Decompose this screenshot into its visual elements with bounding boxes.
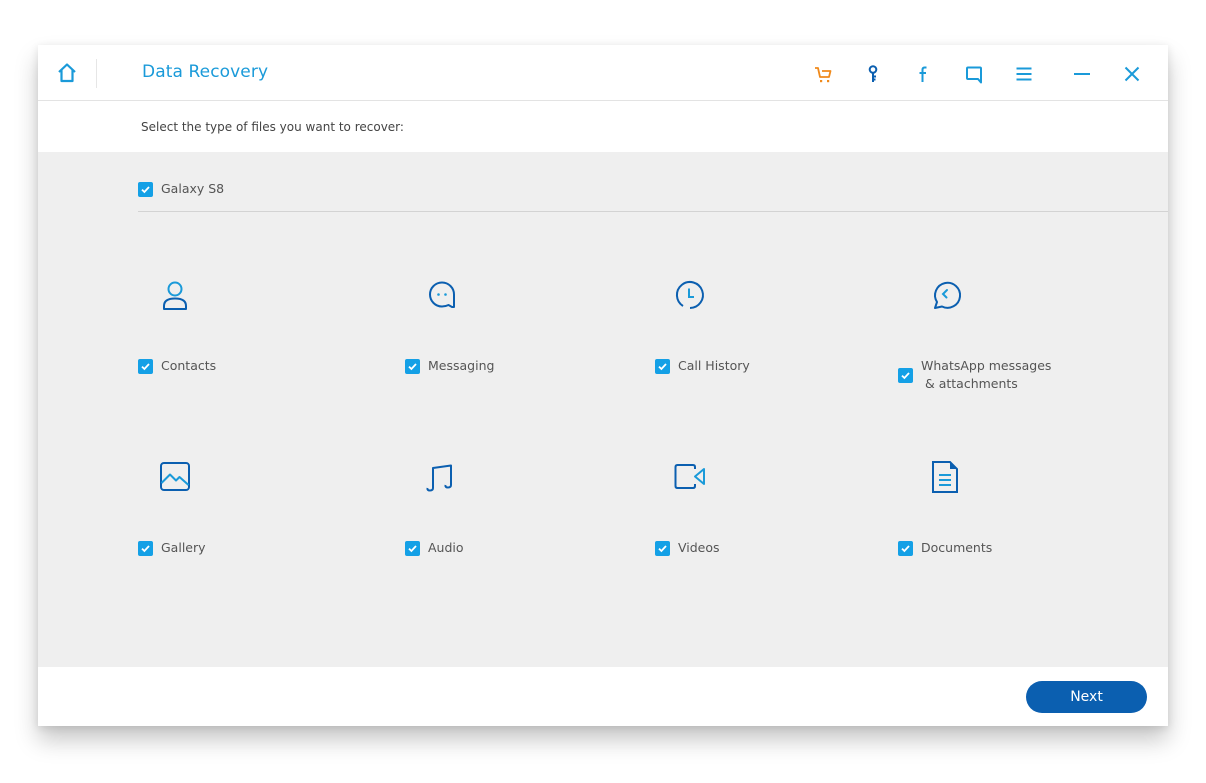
checkmark-icon: [658, 362, 667, 370]
file-type-documents[interactable]: Documents: [898, 460, 1118, 556]
home-button[interactable]: [56, 62, 78, 84]
whatsapp-label-line1: WhatsApp messages: [921, 358, 1052, 373]
music-note-icon: [426, 464, 452, 492]
file-type-audio[interactable]: Audio: [405, 460, 625, 556]
feedback-button[interactable]: [963, 63, 985, 85]
device-checkbox[interactable]: [138, 181, 153, 197]
device-divider: [138, 211, 1168, 212]
cart-icon: [815, 67, 832, 83]
checkmark-icon: [658, 544, 667, 552]
file-type-whatsapp[interactable]: WhatsApp messages & attachments: [898, 279, 1118, 391]
whatsapp-icon: [934, 281, 962, 309]
file-type-messaging[interactable]: Messaging: [405, 279, 625, 374]
file-type-videos[interactable]: Videos: [655, 460, 875, 556]
facebook-icon: [919, 66, 927, 82]
device-option[interactable]: Galaxy S8: [138, 180, 224, 198]
menu-icon: [1016, 67, 1032, 81]
audio-label: Audio: [428, 540, 464, 555]
call-history-label: Call History: [678, 358, 750, 373]
checkmark-icon: [408, 362, 417, 370]
documents-label: Documents: [921, 540, 993, 555]
file-type-panel: Galaxy S8 Contacts Messaging Call Histor…: [38, 152, 1168, 667]
next-button[interactable]: Next: [1026, 681, 1147, 713]
checkmark-icon: [141, 362, 150, 370]
minimize-icon: [1074, 73, 1090, 75]
close-button[interactable]: [1121, 63, 1143, 85]
message-bubble-icon: [429, 281, 455, 308]
menu-button[interactable]: [1013, 63, 1035, 85]
instruction-text: Select the type of files you want to rec…: [141, 120, 404, 134]
checkmark-icon: [141, 185, 150, 193]
contact-icon: [163, 281, 187, 310]
file-type-gallery[interactable]: Gallery: [138, 460, 358, 556]
register-button[interactable]: [862, 63, 884, 85]
instruction-bar: Select the type of files you want to rec…: [38, 101, 1168, 152]
videos-label: Videos: [678, 540, 720, 555]
footer-bar: Next: [38, 667, 1168, 726]
checkmark-icon: [141, 544, 150, 552]
document-icon: [932, 461, 958, 493]
messaging-label: Messaging: [428, 358, 495, 373]
device-name: Galaxy S8: [161, 181, 225, 196]
whatsapp-label-line2: & attachments: [921, 376, 1018, 391]
gallery-checkbox[interactable]: [138, 540, 153, 556]
app-title: Data Recovery: [142, 62, 269, 82]
file-type-call-history[interactable]: Call History: [655, 279, 875, 374]
checkmark-icon: [901, 544, 910, 552]
clock-icon: [675, 281, 704, 309]
file-type-contacts[interactable]: Contacts: [138, 279, 358, 374]
data-recovery-window: Data Recovery Select the type of files y…: [38, 45, 1168, 726]
messaging-checkbox[interactable]: [405, 358, 420, 374]
facebook-button[interactable]: [912, 63, 934, 85]
checkmark-icon: [408, 544, 417, 552]
audio-checkbox[interactable]: [405, 540, 420, 556]
key-icon: [868, 65, 878, 82]
documents-checkbox[interactable]: [898, 540, 913, 556]
title-bar: Data Recovery: [38, 45, 1168, 101]
image-icon: [160, 462, 190, 491]
contacts-label: Contacts: [161, 358, 217, 373]
home-icon: [58, 63, 76, 83]
title-separator: [96, 59, 97, 88]
video-camera-icon: [674, 464, 705, 489]
videos-checkbox[interactable]: [655, 540, 670, 556]
gallery-label: Gallery: [161, 540, 206, 555]
call-history-checkbox[interactable]: [655, 358, 670, 374]
contacts-checkbox[interactable]: [138, 358, 153, 374]
cart-button[interactable]: [812, 63, 834, 85]
close-icon: [1124, 66, 1140, 82]
checkmark-icon: [901, 371, 910, 379]
feedback-icon: [966, 66, 982, 84]
minimize-button[interactable]: [1071, 63, 1093, 85]
whatsapp-checkbox[interactable]: [898, 367, 913, 383]
